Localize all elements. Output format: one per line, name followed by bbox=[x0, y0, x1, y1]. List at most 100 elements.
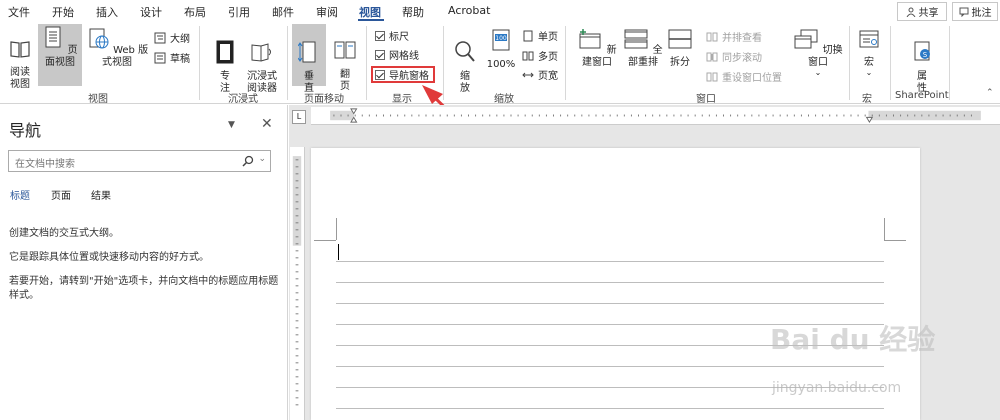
side-by-side-icon bbox=[706, 32, 718, 41]
gridline bbox=[336, 282, 884, 283]
ruler-label: 标尺 bbox=[389, 32, 409, 43]
chevron-down-icon: ⌄ bbox=[865, 68, 873, 77]
new-window-icon bbox=[579, 29, 601, 49]
ruler-checkbox[interactable]: 标尺 bbox=[375, 28, 409, 43]
margin-mark bbox=[336, 218, 337, 240]
switch-windows-button[interactable]: 切换窗口 ⌄ bbox=[792, 28, 844, 77]
horizontal-ruler[interactable] bbox=[311, 107, 1000, 125]
vertical-button[interactable]: 垂 直 bbox=[292, 24, 326, 94]
synchronous-scrolling-button[interactable]: 同步滚动 bbox=[706, 49, 762, 64]
navigation-pane: 导航 ▼ ✕ 在文档中搜索 ⌄ 标题 页面 结果 创建文档的交互式大纲。 它是跟… bbox=[0, 105, 288, 420]
nav-help-text-1: 创建文档的交互式大纲。 bbox=[9, 228, 119, 239]
print-layout-button[interactable]: 页面视图 bbox=[38, 24, 82, 86]
tab-help[interactable]: 帮助 bbox=[402, 4, 424, 20]
split-window-icon bbox=[668, 29, 692, 49]
person-icon bbox=[906, 7, 915, 17]
magnifier-icon bbox=[455, 41, 475, 62]
side-by-side-label: 并排查看 bbox=[722, 33, 762, 44]
draft-icon bbox=[154, 52, 166, 63]
search-icon[interactable] bbox=[242, 155, 254, 167]
group-separator bbox=[849, 26, 850, 100]
multiple-pages-button[interactable]: 多页 bbox=[522, 48, 558, 63]
tab-view[interactable]: 视图 bbox=[359, 4, 381, 20]
nav-tab-pages[interactable]: 页面 bbox=[51, 187, 71, 202]
macros-icon bbox=[859, 30, 879, 48]
tab-layout[interactable]: 布局 bbox=[184, 4, 206, 20]
watermark-logo: Bai du 经验 bbox=[770, 323, 936, 356]
read-mode-button[interactable]: 阅读 视图 bbox=[4, 26, 36, 91]
zoom-100-button[interactable]: 100 100% bbox=[484, 28, 518, 71]
sharepoint-properties-icon: S bbox=[914, 41, 930, 61]
side-to-side-label: 翻 页 bbox=[340, 69, 350, 92]
properties-button[interactable]: S 属 性 bbox=[905, 28, 939, 95]
sharepoint-group-label: SharePoint bbox=[895, 90, 949, 101]
group-separator bbox=[287, 26, 288, 100]
watermark-url: jingyan.baidu.com bbox=[772, 380, 902, 396]
globe-page-icon bbox=[89, 28, 109, 49]
vertical-ruler[interactable] bbox=[290, 147, 305, 420]
side-to-side-button[interactable]: 翻 页 bbox=[330, 28, 360, 93]
nav-tab-results[interactable]: 结果 bbox=[91, 187, 111, 202]
zoom-group-label: 缩放 bbox=[494, 94, 514, 105]
one-page-button[interactable]: 单页 bbox=[522, 28, 558, 43]
page-width-icon bbox=[522, 72, 534, 77]
immersive-reader-button[interactable]: 沉浸式 阅读器 bbox=[242, 28, 282, 95]
macros-group-label: 宏 bbox=[862, 94, 872, 105]
gridline bbox=[336, 303, 884, 304]
tab-insert[interactable]: 插入 bbox=[96, 4, 118, 20]
immersive-group-label: 沉浸式 bbox=[228, 94, 258, 105]
web-layout-button[interactable]: Web 版式视图 bbox=[84, 28, 150, 69]
new-window-button[interactable]: 新建窗口 bbox=[573, 28, 621, 69]
arrange-all-button[interactable]: 全部重排 bbox=[621, 28, 665, 69]
nav-search-input[interactable]: 在文档中搜索 ⌄ bbox=[8, 150, 271, 172]
book-icon bbox=[10, 41, 30, 58]
collapse-ribbon-icon[interactable]: ⌃ bbox=[986, 88, 994, 98]
view-side-by-side-button[interactable]: 并排查看 bbox=[706, 29, 762, 44]
focus-button[interactable]: 专 注 bbox=[210, 28, 240, 95]
multiple-pages-icon bbox=[522, 51, 534, 60]
zoom-label: 缩 放 bbox=[460, 71, 470, 94]
outline-button[interactable]: 大纲 bbox=[154, 30, 190, 45]
split-button[interactable]: 拆分 bbox=[666, 28, 694, 69]
nav-tab-headings[interactable]: 标题 bbox=[10, 187, 30, 202]
arrange-all-icon bbox=[624, 29, 648, 49]
zoom-button[interactable]: 缩 放 bbox=[450, 28, 480, 95]
pane-options-icon[interactable]: ▼ bbox=[228, 120, 235, 130]
sync-scroll-label: 同步滚动 bbox=[722, 53, 762, 64]
side-by-side-pages-icon bbox=[334, 41, 356, 59]
nav-pane-highlight bbox=[371, 66, 435, 83]
tab-acrobat[interactable]: Acrobat bbox=[448, 4, 490, 17]
tab-mailings[interactable]: 邮件 bbox=[272, 4, 294, 20]
sync-scroll-icon bbox=[706, 52, 718, 61]
share-button[interactable]: 共享 bbox=[897, 2, 947, 21]
reset-position-icon bbox=[706, 72, 718, 81]
reset-window-position-button[interactable]: 重设窗口位置 bbox=[706, 69, 782, 84]
reset-position-label: 重设窗口位置 bbox=[722, 73, 782, 84]
page-width-button[interactable]: 页宽 bbox=[522, 67, 558, 82]
tab-review[interactable]: 审阅 bbox=[316, 4, 338, 20]
immersive-reader-icon bbox=[251, 43, 271, 62]
chevron-down-icon[interactable]: ⌄ bbox=[258, 154, 266, 164]
tab-home[interactable]: 开始 bbox=[52, 4, 74, 20]
outline-icon bbox=[154, 32, 166, 43]
gridlines-checkbox[interactable]: 网格线 bbox=[375, 47, 419, 62]
close-icon[interactable]: ✕ bbox=[261, 116, 273, 132]
tab-selector[interactable]: L bbox=[292, 110, 306, 124]
margin-mark bbox=[884, 218, 885, 240]
active-tab-indicator bbox=[358, 19, 384, 21]
comments-button[interactable]: 批注 bbox=[952, 2, 998, 21]
one-page-icon bbox=[523, 30, 533, 41]
gridlines-label: 网格线 bbox=[389, 51, 419, 62]
macros-button[interactable]: 宏 ⌄ bbox=[854, 28, 884, 77]
one-page-label: 单页 bbox=[538, 32, 558, 43]
tab-file[interactable]: 文件 bbox=[8, 4, 30, 20]
nav-help-text-3: 若要开始，请转到"开始"选项卡，并向文档中的标题应用标题样式。 bbox=[9, 276, 279, 301]
chevron-down-icon: ⌄ bbox=[814, 68, 822, 77]
tab-references[interactable]: 引用 bbox=[228, 4, 250, 20]
switch-windows-icon bbox=[794, 29, 818, 49]
ribbon: 阅读 视图 页面视图 Web 版式视图 大纲 草稿 视图 专 注 沉浸式 阅读器… bbox=[0, 22, 1000, 105]
draft-button[interactable]: 草稿 bbox=[154, 50, 190, 65]
checkbox-checked-icon bbox=[375, 30, 385, 41]
tab-design[interactable]: 设计 bbox=[140, 4, 162, 20]
split-label: 拆分 bbox=[670, 57, 690, 68]
